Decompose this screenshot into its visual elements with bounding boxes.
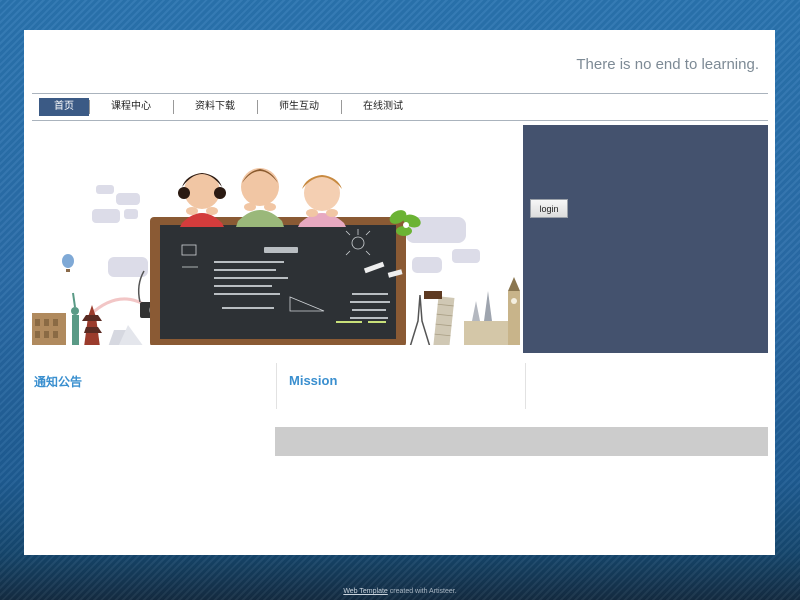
landmarks-left xyxy=(32,292,144,347)
chalkboard xyxy=(150,217,406,347)
mission-title: Mission xyxy=(289,373,338,388)
login-panel: login xyxy=(523,125,768,353)
menu-item-downloads[interactable]: 资料下载 xyxy=(173,98,257,116)
web-template-link[interactable]: Web Template xyxy=(343,588,388,595)
footer-text: created with Artisteer. xyxy=(387,588,457,595)
balloon-icon xyxy=(62,254,74,272)
mission-section: Mission xyxy=(276,363,526,409)
content-placeholder-bar xyxy=(275,427,768,456)
menu-item-home[interactable]: 首页 xyxy=(39,98,89,116)
site-tagline: There is no end to learning. xyxy=(576,56,759,73)
banner-illustration xyxy=(32,168,522,353)
banner-image xyxy=(32,125,522,353)
landmarks-right xyxy=(408,277,520,348)
footer: Web Template created with Artisteer. xyxy=(0,588,800,595)
notice-section: 通知公告 xyxy=(32,363,276,409)
login-button[interactable]: login xyxy=(530,199,568,218)
menu-item-online-test[interactable]: 在线测试 xyxy=(341,98,425,116)
children-illustration xyxy=(178,168,346,227)
notice-title: 通知公告 xyxy=(34,375,83,389)
page-sheet: There is no end to learning. 首页 课程中心 资料下… xyxy=(24,30,775,555)
menu-item-interaction[interactable]: 师生互动 xyxy=(257,98,341,116)
menu-item-course-center[interactable]: 课程中心 xyxy=(89,98,173,116)
main-menu: 首页 课程中心 资料下载 师生互动 在线测试 xyxy=(32,93,768,121)
